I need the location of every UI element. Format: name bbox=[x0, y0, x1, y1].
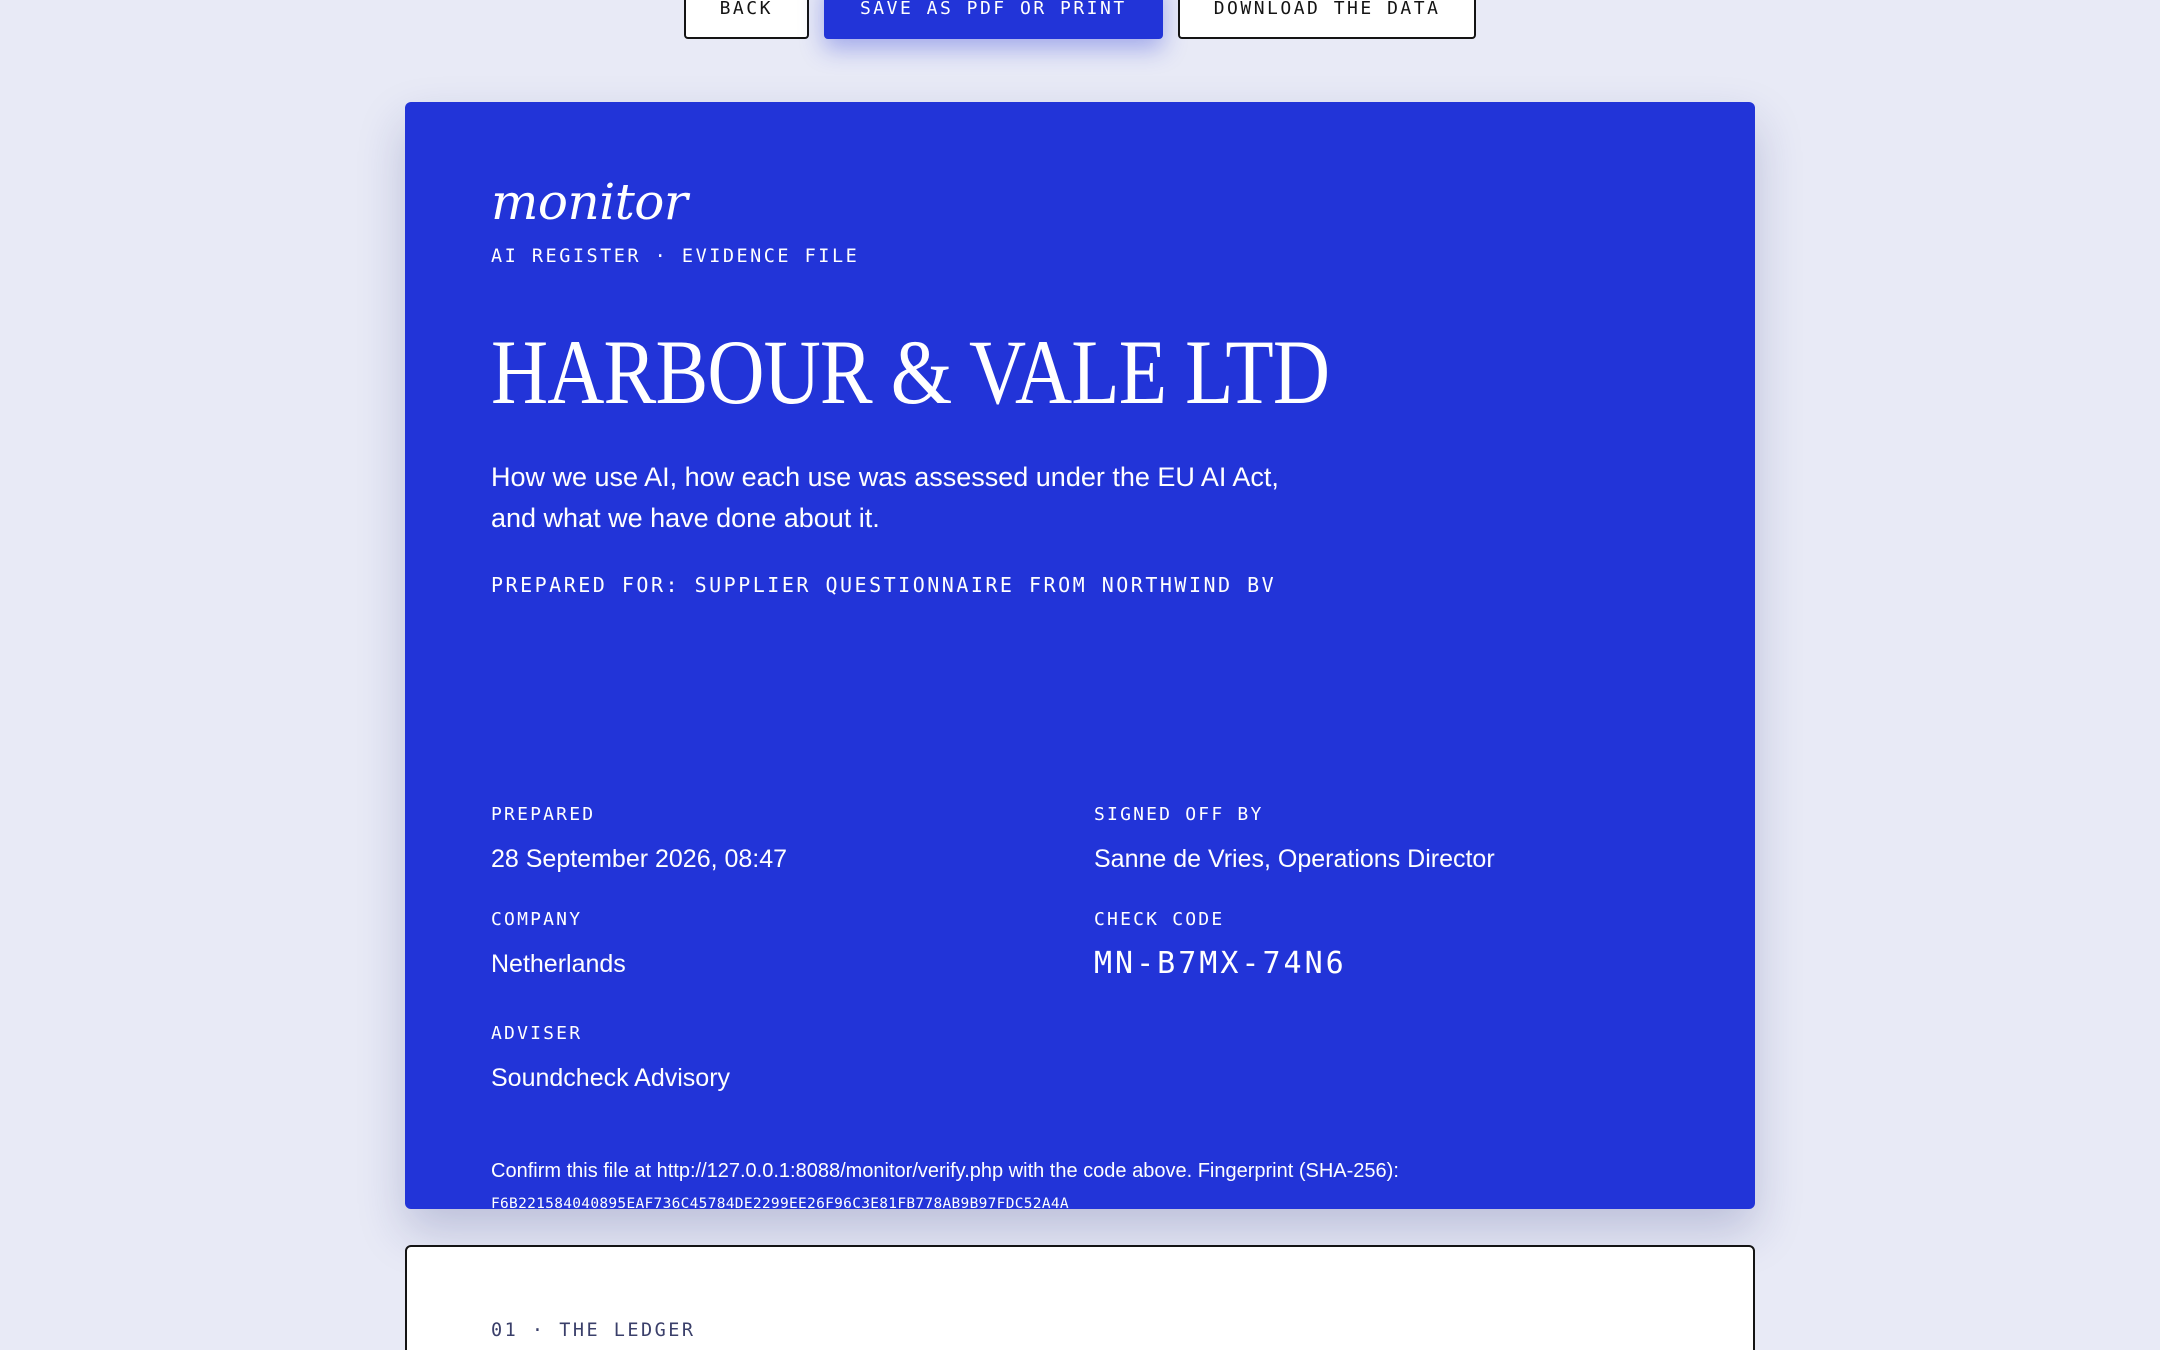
back-button[interactable]: Back bbox=[683, 0, 809, 39]
meta-value: Sanne de Vries, Operations Director bbox=[1094, 845, 1495, 873]
document-lede: How we use AI, how each use was assessed… bbox=[491, 457, 1391, 539]
meta-label: SIGNED OFF BY bbox=[1094, 804, 1264, 825]
verify-note: Confirm this file at http://127.0.0.1:80… bbox=[491, 1156, 1669, 1220]
meta-label: ADVISER bbox=[491, 1023, 583, 1044]
meta-label: COMPANY bbox=[491, 909, 583, 930]
save-pdf-button[interactable]: Save as PDF or print bbox=[823, 0, 1163, 39]
lede-line: and what we have done about it. bbox=[491, 503, 880, 533]
meta-label: CHECK CODE bbox=[1094, 909, 1225, 930]
fingerprint-hash: F6B221584040895EAF736C45784DE2299EE26F96… bbox=[491, 1196, 1069, 1212]
check-code-value: MN-B7MX-74N6 bbox=[1094, 946, 1347, 981]
evidence-file-page: Back Save as PDF or print Download the d… bbox=[0, 0, 2160, 1350]
meta-check-code: CHECK CODE MN-B7MX-74N6 bbox=[1094, 909, 1347, 981]
meta-value: Soundcheck Advisory bbox=[491, 1064, 731, 1092]
meta-prepared: PREPARED 28 September 2026, 08:47 bbox=[491, 804, 787, 874]
brand-logo: monitor bbox=[491, 173, 688, 231]
verify-text: Confirm this file at http://127.0.0.1:80… bbox=[491, 1160, 1399, 1182]
meta-company: COMPANY Netherlands bbox=[491, 909, 626, 979]
meta-label: PREPARED bbox=[491, 804, 596, 825]
download-data-button[interactable]: Download the data bbox=[1177, 0, 1477, 39]
meta-signed-off: SIGNED OFF BY Sanne de Vries, Operations… bbox=[1094, 804, 1495, 874]
action-toolbar: Back Save as PDF or print Download the d… bbox=[0, 0, 2160, 39]
document-kicker: AI REGISTER · EVIDENCE FILE bbox=[491, 246, 860, 267]
lede-line: How we use AI, how each use was assessed… bbox=[491, 462, 1279, 492]
ledger-section: 01 · THE LEDGER bbox=[405, 1245, 1755, 1350]
meta-value: 28 September 2026, 08:47 bbox=[491, 845, 788, 873]
prepared-for: PREPARED FOR: SUPPLIER QUESTIONNAIRE FRO… bbox=[491, 573, 1277, 597]
cover-card: monitor AI REGISTER · EVIDENCE FILE HARB… bbox=[405, 102, 1755, 1212]
meta-adviser: ADVISER Soundcheck Advisory bbox=[491, 1023, 730, 1093]
company-title: HARBOUR & VALE LTD bbox=[491, 321, 1330, 423]
meta-value: Netherlands bbox=[491, 950, 626, 978]
ledger-kicker: 01 · THE LEDGER bbox=[491, 1320, 696, 1341]
